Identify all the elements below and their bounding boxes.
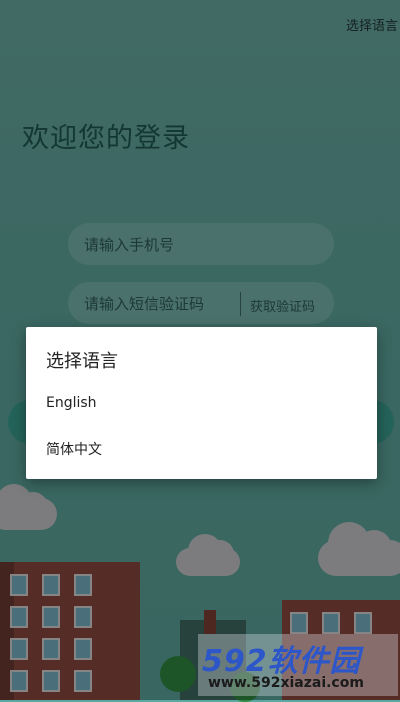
option-label: English (46, 395, 97, 411)
watermark-logo: 592软件园 (202, 644, 361, 679)
watermark-url: www.592xiazai.com (208, 675, 364, 691)
language-option-english[interactable]: English (26, 381, 377, 425)
dialog-title: 选择语言 (46, 351, 118, 372)
language-option-simplified-chinese[interactable]: 简体中文 (26, 427, 377, 471)
language-dialog: 选择语言 English 简体中文 (26, 327, 377, 479)
option-label: 简体中文 (46, 442, 102, 458)
